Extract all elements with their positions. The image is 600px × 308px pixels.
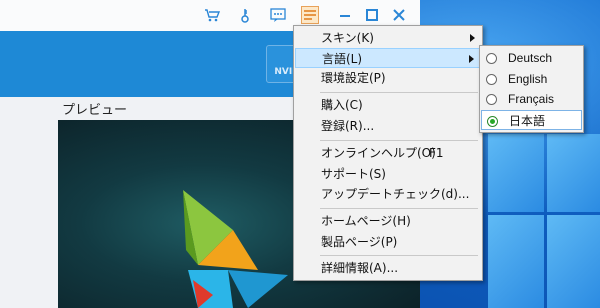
- menu-item-skin[interactable]: スキン(K): [295, 28, 481, 48]
- maximize-icon[interactable]: [363, 6, 381, 24]
- submenu-arrow-icon: [470, 34, 475, 42]
- menu-item-shortcut: F1: [429, 146, 444, 160]
- language-option-label: English: [508, 72, 548, 86]
- language-submenu: Deutsch English Français 日本語: [479, 45, 584, 133]
- language-option-japanese[interactable]: 日本語: [481, 110, 582, 130]
- radio-icon: [486, 94, 497, 105]
- preview-label: プレビュー: [62, 103, 128, 118]
- menu-item-label: サポート(S): [321, 167, 386, 181]
- language-option-label: Français: [508, 92, 555, 106]
- windows-logo-pane: [488, 134, 544, 212]
- menu-item-about[interactable]: 詳細情報(A)...: [295, 258, 481, 278]
- menu-separator: [320, 208, 478, 209]
- menu-item-support[interactable]: サポート(S): [295, 164, 481, 184]
- menu-item-label: 購入(C): [321, 98, 363, 112]
- menu-item-label: 製品ページ(P): [321, 235, 398, 249]
- chat-icon[interactable]: [269, 6, 287, 24]
- menu-item-label: 詳細情報(A)...: [321, 261, 399, 275]
- context-menu: スキン(K) 言語(L) 環境設定(P) 購入(C) 登録(R)... オンライ…: [293, 25, 483, 281]
- menu-item-label: 登録(R)...: [321, 119, 375, 133]
- menu-item-online-help[interactable]: オンラインヘルプ(O) F1: [295, 143, 481, 163]
- menu-item-language[interactable]: 言語(L): [295, 48, 481, 68]
- menu-icon[interactable]: [301, 6, 319, 24]
- language-option-deutsch[interactable]: Deutsch: [481, 48, 582, 68]
- menu-item-homepage[interactable]: ホームページ(H): [295, 211, 481, 231]
- menu-item-purchase[interactable]: 購入(C): [295, 95, 481, 115]
- menu-item-register[interactable]: 登録(R)...: [295, 116, 481, 136]
- menu-separator: [320, 255, 478, 256]
- menu-item-label: 言語(L): [322, 52, 363, 66]
- language-option-francais[interactable]: Français: [481, 89, 582, 109]
- menu-separator: [320, 92, 478, 93]
- cart-icon[interactable]: [203, 6, 221, 24]
- key-icon[interactable]: [236, 6, 254, 24]
- minimize-icon[interactable]: [336, 6, 354, 24]
- menu-item-product-page[interactable]: 製品ページ(P): [295, 232, 481, 252]
- radio-icon: [486, 53, 497, 64]
- language-option-english[interactable]: English: [481, 69, 582, 89]
- language-option-label: Deutsch: [508, 51, 553, 65]
- windows-logo-pane: [547, 215, 600, 308]
- left-panel: [0, 97, 56, 308]
- menu-item-label: オンラインヘルプ(O): [321, 146, 436, 160]
- menu-item-preferences[interactable]: 環境設定(P): [295, 68, 481, 88]
- menu-item-update-check[interactable]: アップデートチェック(d)...: [295, 184, 481, 204]
- radio-selected-icon: [487, 116, 498, 127]
- menu-item-label: アップデートチェック(d)...: [321, 187, 470, 201]
- menu-item-label: 環境設定(P): [321, 71, 386, 85]
- menu-separator: [320, 140, 478, 141]
- menu-item-label: ホームページ(H): [321, 214, 411, 228]
- submenu-arrow-icon: [469, 55, 474, 63]
- language-option-label: 日本語: [509, 114, 546, 128]
- menu-item-label: スキン(K): [321, 31, 374, 45]
- windows-logo-pane: [547, 134, 600, 212]
- windows-logo-pane: [488, 215, 544, 308]
- radio-icon: [486, 74, 497, 85]
- close-icon[interactable]: [390, 6, 408, 24]
